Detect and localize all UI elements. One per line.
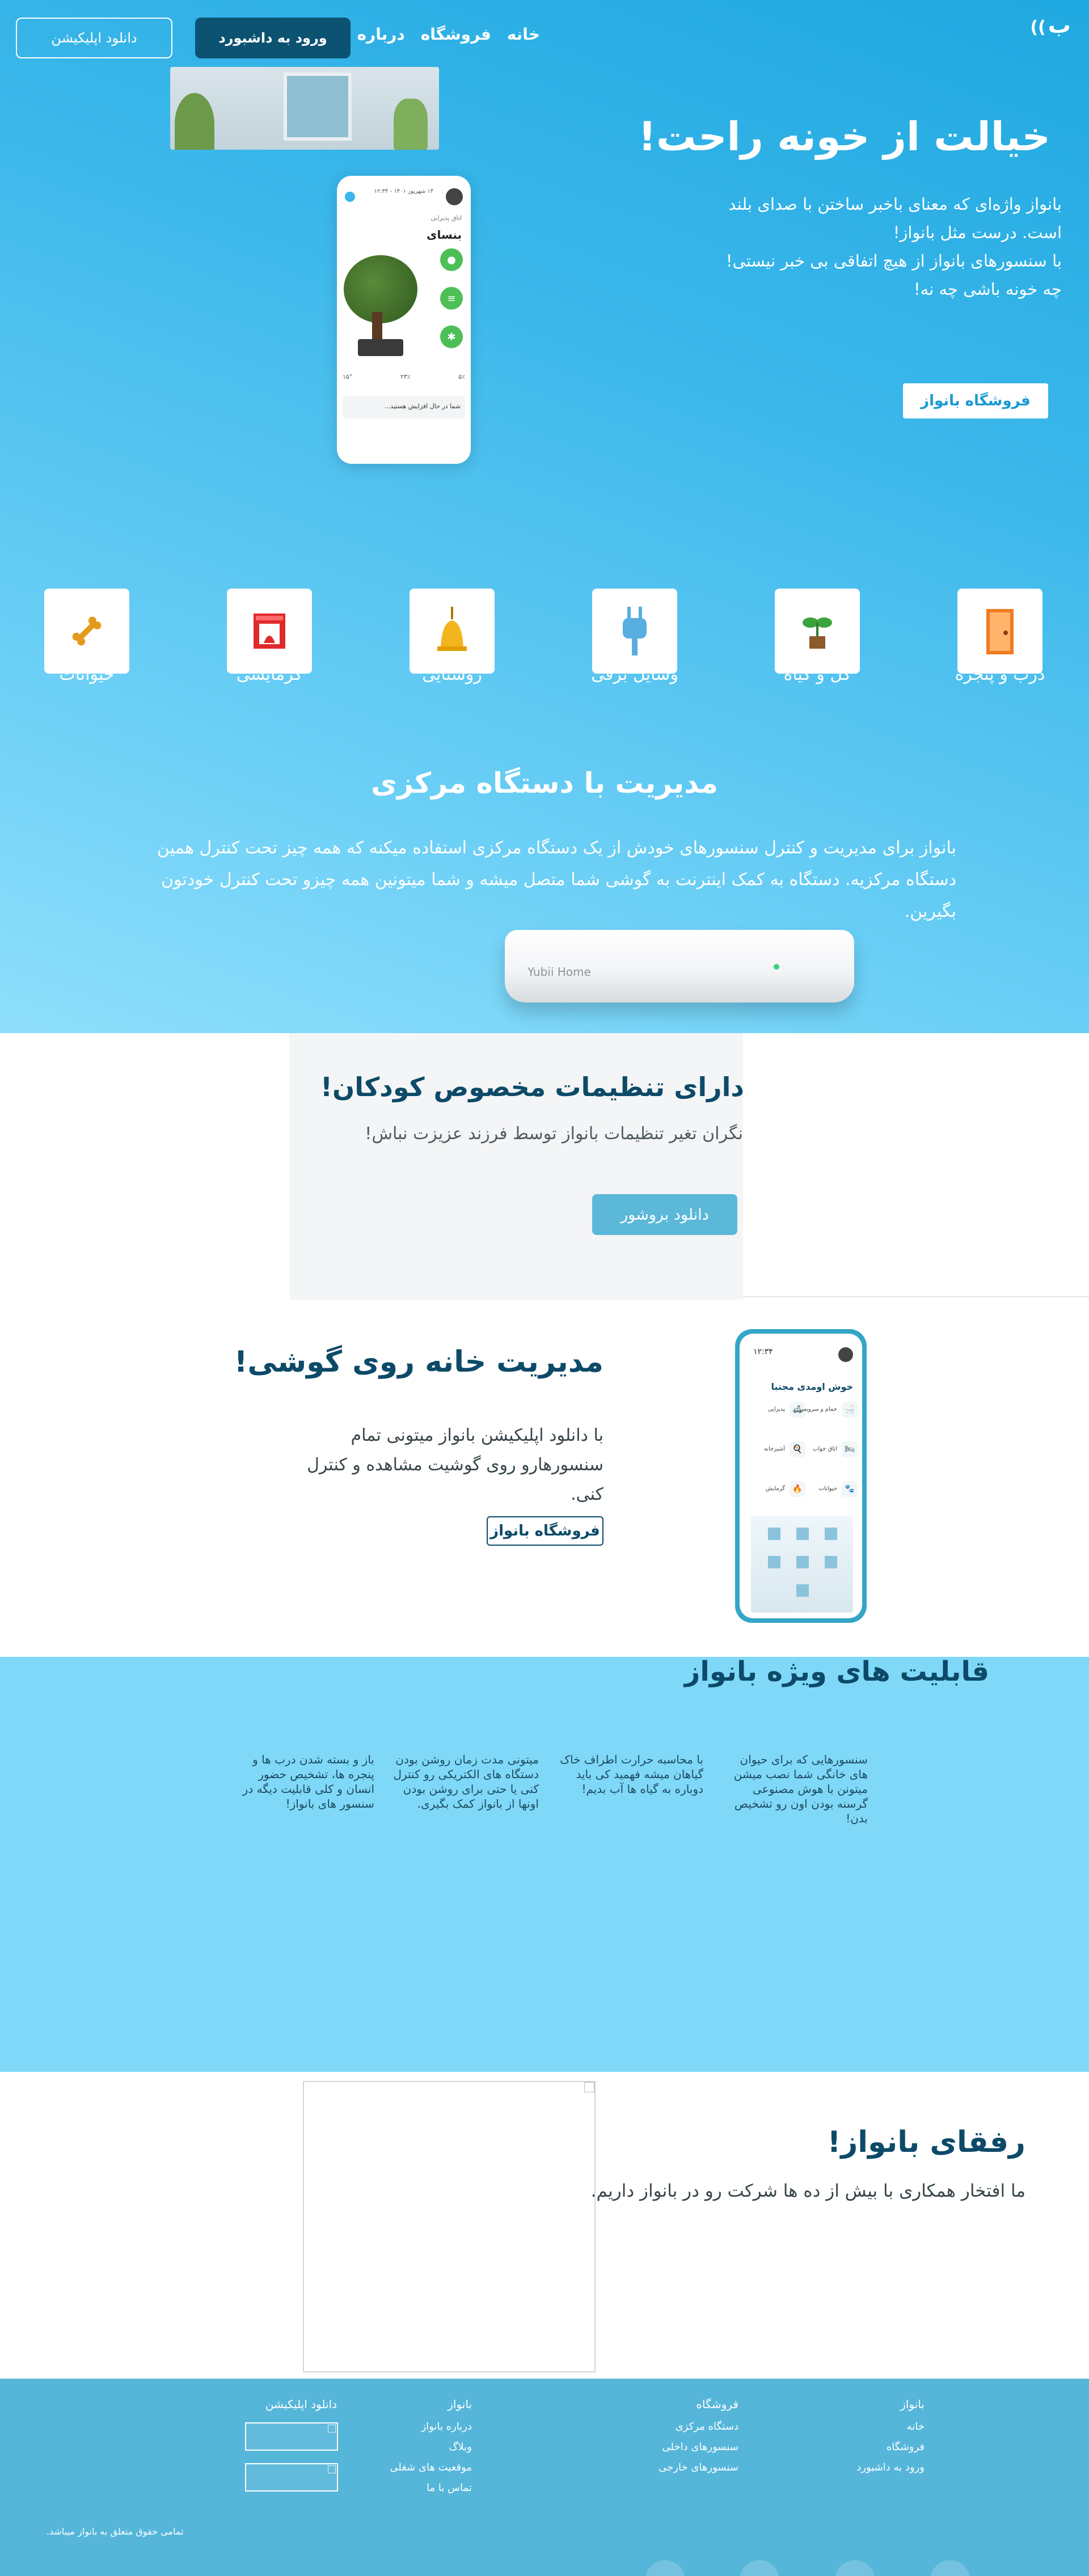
play-store-badge[interactable] — [245, 2463, 338, 2492]
category-label-door: درب و پنجره — [955, 665, 1045, 684]
avatar — [446, 188, 463, 205]
footer-link[interactable]: ورود به داشبورد — [856, 2457, 925, 2478]
bath-icon: 🛁 — [842, 1402, 858, 1418]
app-store-badge[interactable] — [245, 2422, 338, 2451]
decor-bubble — [740, 2560, 779, 2576]
hero-section: ب)) خانه فروشگاه درباره ما ورود به داشبو… — [0, 0, 1089, 1033]
bonsai-image — [338, 244, 423, 357]
decor-bubble — [835, 2560, 875, 2576]
hub-led-icon — [774, 964, 779, 970]
footer-link[interactable]: درباره بانواز — [390, 2417, 472, 2437]
nav-item-shop[interactable]: فروشگاه — [421, 25, 491, 44]
partners-image — [303, 2081, 596, 2372]
features-title: قابلیت های ویژه بانواز — [684, 1656, 989, 1687]
logo-text: ب — [1048, 12, 1071, 39]
hero-shop-button[interactable]: فروشگاه بانواز — [903, 383, 1048, 418]
avatar — [838, 1347, 853, 1362]
bone-icon — [72, 616, 102, 646]
footer-link[interactable]: خانه — [856, 2417, 925, 2437]
category-lighting[interactable] — [410, 589, 495, 674]
download-app-button[interactable]: دانلود اپلیکیشن — [16, 18, 172, 58]
plug-icon — [623, 607, 647, 655]
partners-text: ما افتخار همکاری با بیش از ده ها شرکت رو… — [590, 2181, 1025, 2201]
hero-phone-mockup: ۱۴ شهریور ۱۴۰۱ - ۱۲:۳۴ اتاق پذیرایی بنسا… — [337, 176, 471, 464]
feature-item: سنسورهایی که برای حیوان های خانگی شما نص… — [733, 1753, 868, 1825]
heater-small-icon: 🔥 — [790, 1481, 805, 1497]
nav-item-home[interactable]: خانه — [507, 25, 540, 44]
category-plant[interactable] — [775, 589, 860, 674]
feature-item: میتونی مدت زمان روشن بودن دستگاه های الک… — [393, 1753, 539, 1811]
footer-col-about: بانواز درباره بانواز وبلاگ موقعیت های شغ… — [390, 2394, 472, 2498]
phone-greeting: خوش اومدی مجتبا — [771, 1381, 853, 1392]
kids-text: نگران تغیر تنظیمات بانواز توسط فرزند عزی… — [365, 1124, 743, 1144]
divider — [743, 1296, 1089, 1297]
footer-link[interactable]: سنسورهای خارجی — [659, 2457, 738, 2478]
app-phone-mockup: ۱۲:۳۴ خوش اومدی مجتبا 🛋 پذیرایی 🛁 حمام و… — [735, 1329, 867, 1623]
download-brochure-button[interactable]: دانلود بروشور — [592, 1194, 737, 1235]
category-label-lighting: روشنایی — [422, 665, 482, 684]
footer-link[interactable]: تماس با ما — [390, 2478, 472, 2498]
footer-link[interactable]: وبلاگ — [390, 2437, 472, 2457]
building-image — [751, 1516, 853, 1613]
category-heater[interactable] — [227, 589, 312, 674]
decor-bubble — [645, 2560, 685, 2576]
plant-icon — [803, 617, 832, 649]
category-pets[interactable] — [44, 589, 129, 674]
feature-item: باز و بسته شدن درب ها و پنجره ها، تشخیص … — [242, 1753, 374, 1811]
settings-icon: ✱ — [440, 325, 463, 348]
partners-title: رفقای بانواز! — [827, 2125, 1025, 2159]
footer-col-download: دانلود اپلیکیشن — [265, 2397, 337, 2411]
phone-plant-name: بنسای — [427, 228, 462, 242]
phone-room: اتاق پذیرایی — [430, 214, 462, 222]
phone-stats: ۵٪ ۲۳٪ ۱۵° — [343, 373, 465, 380]
pet-icon: 🐾 — [842, 1481, 858, 1497]
footer-col-banavaz: بانواز خانه فروشگاه ورود به داشبورد — [856, 2394, 925, 2478]
central-device-title: مدیریت با دستگاه مرکزی — [371, 767, 718, 800]
footer-link[interactable]: موقعیت های شغلی — [390, 2457, 472, 2478]
phone-time: ۱۲:۳۴ — [753, 1347, 773, 1356]
mobile-shop-button[interactable]: فروشگاه بانواز — [487, 1516, 603, 1546]
sliders-icon: ≡ — [440, 287, 463, 310]
category-label-pets: حیوانات — [59, 665, 115, 684]
broken-image-icon — [584, 2082, 594, 2092]
house-image — [170, 67, 439, 150]
phone-note: شما در حال افزایش هستید... — [343, 396, 465, 418]
copyright: تمامی حقوق متعلق به بانواز میباشد. — [47, 2526, 184, 2537]
category-door[interactable] — [957, 589, 1042, 674]
bell-lamp-icon — [437, 607, 467, 651]
mobile-text: با دانلود اپلیکیشن بانواز میتونی تمام سن… — [307, 1426, 603, 1504]
footer-col-shop: فروشگاه دستگاه مرکزی سنسورهای داخلی سنسو… — [659, 2394, 738, 2478]
water-icon: ● — [440, 248, 463, 271]
features-section — [0, 1657, 1089, 2072]
footer-link[interactable]: فروشگاه — [856, 2437, 925, 2457]
hero-description: بانواز واژه‌ای که معنای باخبر ساختن با ص… — [725, 194, 1062, 299]
decor-bubble — [930, 2560, 970, 2576]
door-icon — [986, 609, 1014, 654]
waves-icon: )) — [1030, 18, 1046, 37]
mobile-title: مدیریت خانه روی گوشی! — [234, 1345, 603, 1379]
kitchen-icon: 🍳 — [790, 1441, 805, 1457]
category-label-electric: وسایل برقی — [591, 665, 678, 684]
hero-title: خیالت از خونه راحت! — [638, 113, 1050, 160]
main-nav: خانه فروشگاه درباره ما — [336, 25, 540, 44]
footer-link[interactable]: دستگاه مرکزی — [659, 2417, 738, 2437]
logo[interactable]: ب)) — [1030, 12, 1071, 46]
central-hub-image: Yubii Home — [505, 930, 854, 1003]
heater-icon — [254, 614, 285, 649]
category-label-plant: گل و گیاه — [783, 665, 851, 684]
feature-item: با محاسبه حرارت اطراف خاک گیاهان میشه فه… — [560, 1753, 703, 1796]
broken-image-icon — [328, 2425, 336, 2433]
category-electric[interactable] — [592, 589, 677, 674]
broken-image-icon — [328, 2465, 336, 2473]
dashboard-button[interactable]: ورود به داشبورد — [195, 18, 351, 58]
bed-icon: 🛏 — [842, 1441, 858, 1457]
category-label-heater: گرمایشی — [236, 665, 303, 684]
hub-brand: Yubii Home — [527, 965, 591, 979]
central-device-text: بانواز برای مدیریت و کنترل سنسورهای خودش… — [157, 838, 956, 921]
kids-title: دارای تنظیمات مخصوص کودکان! — [320, 1072, 744, 1102]
footer — [0, 2379, 1089, 2576]
footer-link[interactable]: سنسورهای داخلی — [659, 2437, 738, 2457]
